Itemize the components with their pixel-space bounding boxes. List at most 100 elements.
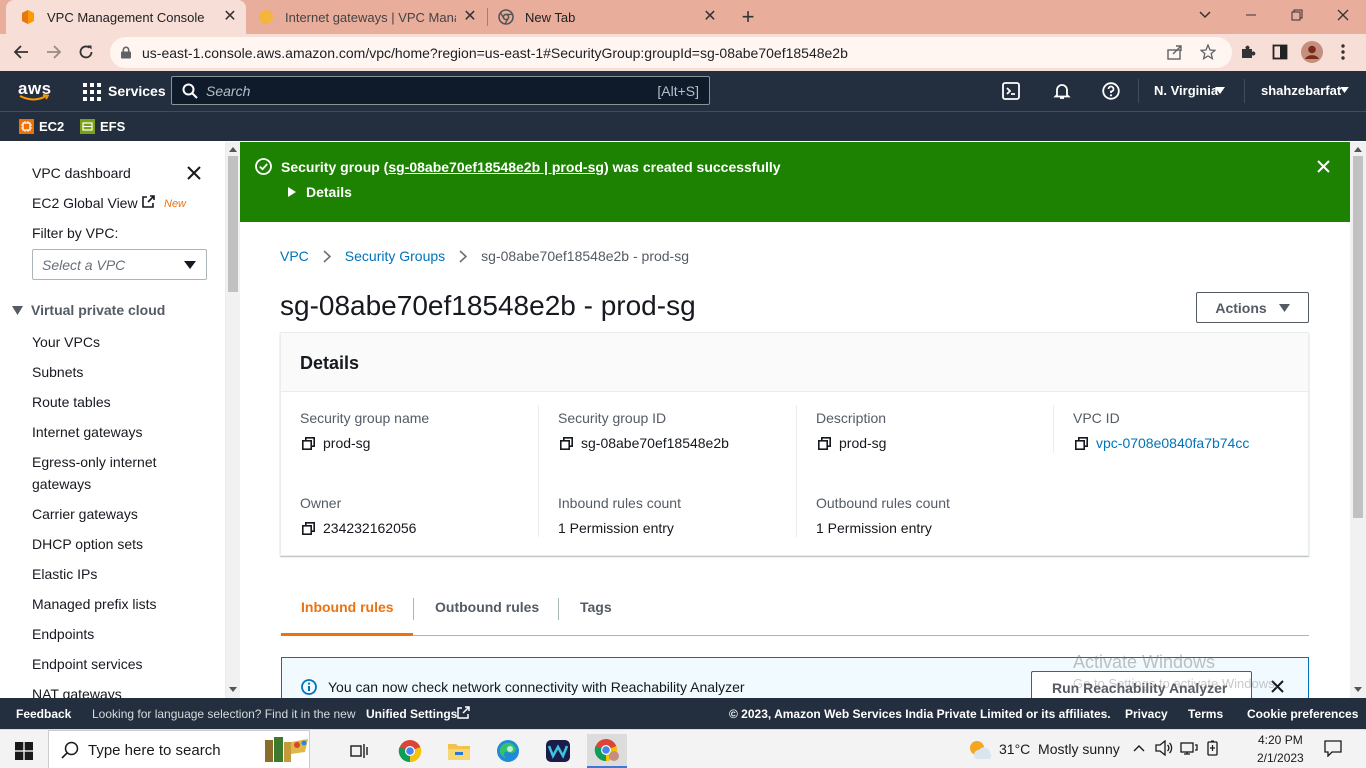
actions-button[interactable]: Actions (1196, 292, 1309, 323)
filter-by-vpc-label: Filter by VPC: (32, 225, 119, 241)
file-explorer-icon[interactable] (439, 734, 479, 768)
notifications-bell-icon[interactable] (1053, 82, 1071, 100)
volume-icon[interactable] (1155, 740, 1173, 756)
copy-icon[interactable] (302, 436, 315, 450)
chrome-taskbar-icon[interactable] (390, 734, 430, 768)
caret-right-icon (288, 187, 296, 197)
taskbar-date[interactable]: 2/1/2023 (1257, 751, 1304, 765)
browser-tab-new-tab[interactable]: New Tab ✕ (490, 0, 726, 34)
feedback-link[interactable]: Feedback (16, 707, 71, 721)
sidebar-item-internet-gateways[interactable]: Internet gateways (32, 421, 143, 443)
account-menu[interactable]: shahzebarfat (1261, 83, 1341, 98)
sidebar-item-carrier-gateways[interactable]: Carrier gateways (32, 503, 138, 525)
weather-sun-cloud-icon[interactable] (967, 739, 993, 761)
caret-down-icon (184, 261, 196, 269)
section-virtual-private-cloud[interactable]: Virtual private cloud (31, 302, 165, 318)
sidebar-item-endpoint-services[interactable]: Endpoint services (32, 653, 143, 675)
profile-avatar[interactable] (1301, 41, 1323, 63)
sidebar-item-nat-gateways[interactable]: NAT gateways (32, 683, 122, 698)
breadcrumb-vpc[interactable]: VPC (280, 248, 309, 264)
cookie-preferences-link[interactable]: Cookie preferences (1247, 707, 1358, 721)
address-bar[interactable]: us-east-1.console.aws.amazon.com/vpc/hom… (110, 37, 1232, 68)
chrome-profile-taskbar-icon[interactable] (587, 734, 627, 768)
weather-text[interactable]: 31°C Mostly sunny (999, 741, 1120, 757)
vpc-filter-select[interactable]: Select a VPC (32, 249, 207, 280)
restore-window-icon[interactable] (1274, 0, 1320, 30)
bookmark-star-icon[interactable] (1200, 44, 1216, 60)
privacy-link[interactable]: Privacy (1125, 707, 1168, 721)
tab-tags[interactable]: Tags (559, 582, 623, 636)
tab-close-icon[interactable]: ✕ (462, 9, 478, 25)
sidebar-scrollbar[interactable] (226, 142, 240, 698)
sidebar-item-vpc-dashboard[interactable]: VPC dashboard (32, 162, 131, 184)
sidebar-item-your-vpcs[interactable]: Your VPCs (32, 331, 100, 353)
field-value-inbound-count: 1 Permission entry (558, 520, 674, 536)
tab-inbound-rules[interactable]: Inbound rules (281, 582, 413, 636)
browser-menu-icon[interactable] (1333, 42, 1353, 62)
taskbar-time[interactable]: 4:20 PM (1258, 733, 1303, 747)
help-icon[interactable] (1102, 82, 1120, 100)
copy-icon[interactable] (818, 436, 831, 450)
notification-center-icon[interactable] (1324, 740, 1342, 757)
aws-search-box[interactable]: Search [Alt+S] (171, 76, 710, 105)
flash-security-group-link[interactable]: sg-08abe70ef18548e2b | prod-sg (388, 159, 604, 175)
webex-taskbar-icon[interactable] (538, 734, 578, 768)
account-caret-icon[interactable] (1340, 87, 1349, 93)
vpc-id-link[interactable]: vpc-0708e0840fa7b74cc (1096, 435, 1249, 451)
extensions-puzzle-icon[interactable] (1238, 42, 1258, 62)
terms-link[interactable]: Terms (1188, 707, 1223, 721)
close-sidebar-icon[interactable] (187, 166, 201, 180)
sidebar-item-route-tables[interactable]: Route tables (32, 391, 111, 413)
share-icon[interactable] (1167, 45, 1183, 60)
field-value-description: prod-sg (818, 435, 886, 451)
region-caret-icon[interactable] (1215, 87, 1225, 94)
sidebar-item-endpoints[interactable]: Endpoints (32, 623, 94, 645)
region-selector[interactable]: N. Virginia (1154, 83, 1218, 98)
breadcrumb: VPC Security Groups sg-08abe70ef18548e2b… (280, 248, 689, 264)
minimize-window-icon[interactable] (1228, 0, 1274, 30)
tab-close-icon[interactable]: ✕ (702, 9, 718, 25)
tab-search-chevron-icon[interactable] (1182, 0, 1228, 30)
browser-tab-internet-gateways[interactable]: Internet gateways | VPC Managem ✕ (250, 0, 486, 34)
services-menu[interactable]: Services (108, 83, 166, 99)
show-hidden-icons-chevron-icon[interactable] (1133, 744, 1145, 752)
details-heading: Details (300, 353, 360, 373)
battery-icon[interactable] (1205, 740, 1221, 756)
copy-icon[interactable] (560, 436, 573, 450)
aws-logo[interactable]: aws (18, 79, 51, 103)
unified-settings-link[interactable]: Unified Settings (366, 707, 457, 721)
sidebar-item-elastic-ips[interactable]: Elastic IPs (32, 563, 97, 585)
copy-icon[interactable] (1075, 436, 1088, 450)
close-window-icon[interactable] (1320, 0, 1366, 30)
side-panel-icon[interactable] (1270, 42, 1290, 62)
services-grid-icon[interactable] (83, 83, 101, 101)
favorite-ec2[interactable]: EC2 (19, 119, 64, 134)
sidebar-item-egress-only-internet-gateways[interactable]: Egress-only internet gateways (32, 451, 182, 495)
section-caret-down-icon[interactable] (12, 306, 23, 315)
tab-outbound-rules[interactable]: Outbound rules (414, 582, 558, 636)
sidebar-item-managed-prefix-lists[interactable]: Managed prefix lists (32, 593, 157, 615)
task-view-icon[interactable] (340, 734, 380, 768)
cloudshell-icon[interactable] (1002, 82, 1020, 100)
sidebar-item-dhcp-option-sets[interactable]: DHCP option sets (32, 533, 143, 555)
forward-arrow-icon[interactable] (44, 42, 64, 62)
windows-start-icon[interactable] (4, 734, 44, 768)
taskbar-search-box[interactable]: Type here to search (48, 730, 310, 768)
browser-tab-vpc-console[interactable]: VPC Management Console ✕ (6, 0, 246, 34)
flash-details-toggle[interactable]: Details (288, 184, 352, 200)
back-arrow-icon[interactable] (11, 42, 31, 62)
lock-icon[interactable] (120, 46, 132, 59)
network-icon[interactable] (1180, 740, 1198, 756)
main-scrollbar[interactable] (1350, 142, 1366, 698)
tab-title: Internet gateways | VPC Managem (285, 9, 456, 25)
sidebar-item-subnets[interactable]: Subnets (32, 361, 83, 383)
copy-icon[interactable] (302, 521, 315, 535)
edge-taskbar-icon[interactable] (488, 734, 528, 768)
favorite-efs[interactable]: EFS (80, 119, 125, 134)
new-tab-plus-icon[interactable]: + (738, 6, 758, 28)
reload-icon[interactable] (76, 42, 96, 62)
sidebar-item-ec2-global-view[interactable]: EC2 Global View (32, 192, 138, 214)
tab-close-icon[interactable]: ✕ (222, 9, 238, 25)
breadcrumb-security-groups[interactable]: Security Groups (345, 248, 445, 264)
dismiss-flash-icon[interactable] (1317, 160, 1330, 173)
